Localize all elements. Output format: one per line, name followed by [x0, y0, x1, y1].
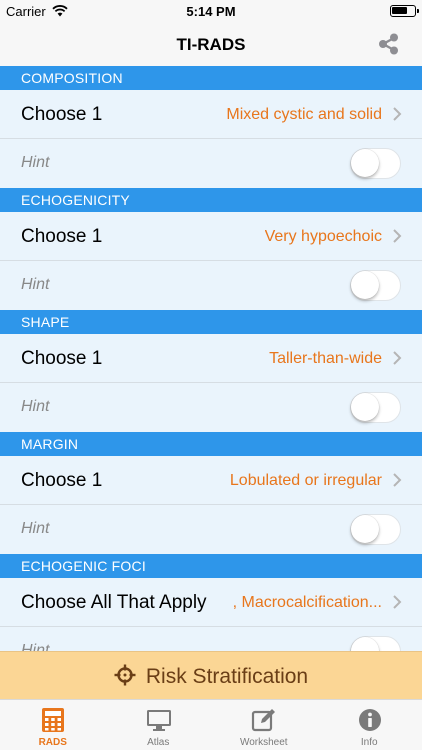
hint-label: Hint: [21, 398, 50, 415]
tab-atlas[interactable]: Atlas: [106, 700, 212, 750]
hint-label: Hint: [21, 642, 50, 651]
hint-row: Hint: [0, 505, 422, 554]
choose-label: Choose 1: [21, 470, 103, 491]
hint-row: Hint: [0, 383, 422, 432]
toggle-knob: [351, 149, 379, 177]
selected-value: Lobulated or irregular: [229, 472, 382, 489]
section-header: SHAPE: [0, 310, 422, 334]
monitor-icon: [146, 707, 172, 733]
choose-label: Choose All That Apply: [21, 592, 207, 613]
choose-label: Choose 1: [21, 348, 103, 369]
tab-worksheet[interactable]: Worksheet: [211, 700, 317, 750]
toggle-knob: [351, 393, 379, 421]
hint-toggle[interactable]: [350, 514, 401, 545]
chevron-right-icon: [392, 228, 402, 244]
choose-row[interactable]: Choose 1 Very hypoechoic: [0, 212, 422, 261]
section-header: COMPOSITION: [0, 66, 422, 90]
choose-row[interactable]: Choose 1 Mixed cystic and solid: [0, 90, 422, 139]
status-bar: Carrier 5:14 PM: [0, 0, 422, 22]
chevron-right-icon: [392, 594, 402, 610]
chevron-right-icon: [392, 472, 402, 488]
hint-label: Hint: [21, 154, 50, 171]
selected-value: Very hypoechoic: [264, 228, 382, 245]
choose-row[interactable]: Choose All That Apply , Macrocalcificatio…: [0, 578, 422, 627]
choose-label: Choose 1: [21, 226, 103, 247]
hint-toggle[interactable]: [350, 270, 401, 301]
hint-row: Hint: [0, 261, 422, 310]
calculator-icon: [40, 707, 66, 733]
share-icon[interactable]: [376, 32, 402, 56]
tab-info[interactable]: Info: [317, 700, 422, 750]
selected-value: Taller-than-wide: [269, 350, 382, 367]
tab-label: RADS: [38, 737, 67, 748]
hint-toggle[interactable]: [350, 148, 401, 179]
hint-row: Hint: [0, 627, 422, 651]
section-header: ECHOGENIC FOCI: [0, 554, 422, 578]
tab-label: Info: [360, 737, 378, 748]
page-title: TI-RADS: [176, 35, 246, 54]
choose-label: Choose 1: [21, 104, 103, 125]
crosshair-icon: [114, 664, 136, 686]
clock: 5:14 PM: [186, 4, 236, 19]
tab-label: Worksheet: [239, 737, 288, 748]
choose-row[interactable]: Choose 1 Taller-than-wide: [0, 334, 422, 383]
tab-bar: RADS Atlas Worksheet Info: [0, 699, 422, 750]
toggle-knob: [351, 637, 379, 651]
selected-value: , Macrocalcification...: [232, 594, 382, 611]
tab-label: Atlas: [147, 737, 170, 748]
chevron-right-icon: [392, 106, 402, 122]
hint-toggle[interactable]: [350, 392, 401, 423]
chevron-right-icon: [392, 350, 402, 366]
hint-label: Hint: [21, 276, 50, 293]
navigation-bar: TI-RADS: [0, 22, 422, 66]
risk-stratification-button[interactable]: Risk Stratification: [0, 651, 422, 699]
hint-row: Hint: [0, 139, 422, 188]
criteria-list[interactable]: COMPOSITION Choose 1 Mixed cystic and soli…: [0, 66, 422, 651]
info-icon: [357, 707, 383, 733]
edit-icon: [251, 707, 277, 733]
selected-value: Mixed cystic and solid: [226, 106, 382, 123]
choose-row[interactable]: Choose 1 Lobulated or irregular: [0, 456, 422, 505]
section-header: ECHOGENICITY: [0, 188, 422, 212]
battery-icon: [390, 5, 419, 17]
hint-toggle[interactable]: [350, 636, 401, 651]
hint-label: Hint: [21, 520, 50, 537]
tab-rads[interactable]: RADS: [0, 700, 106, 750]
toggle-knob: [351, 271, 379, 299]
risk-stratification-label: Risk Stratification: [145, 665, 309, 688]
section-header: MARGIN: [0, 432, 422, 456]
toggle-knob: [351, 515, 379, 543]
